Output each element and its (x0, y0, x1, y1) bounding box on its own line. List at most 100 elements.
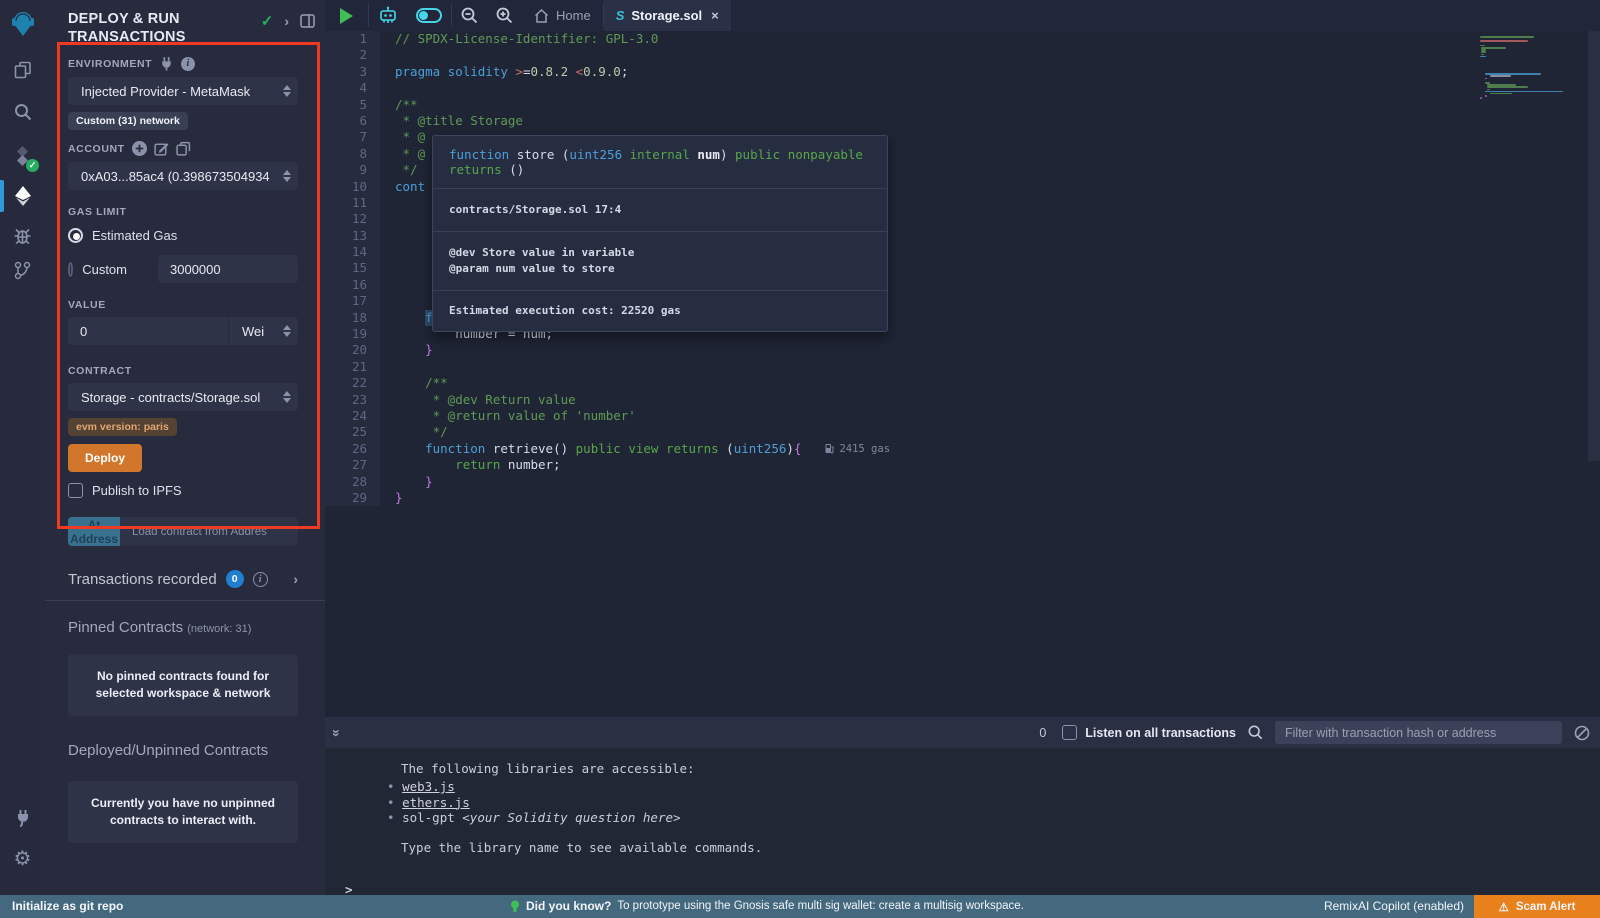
custom-gas-radio[interactable]: Custom (68, 255, 298, 283)
line-number: 19 (325, 326, 380, 342)
terminal-output[interactable]: The following libraries are accessible: … (325, 748, 1600, 895)
code-line[interactable]: 28 } (325, 474, 1600, 490)
publish-ipfs-checkbox[interactable]: Publish to IPFS (68, 483, 325, 498)
pinned-contracts-title: Pinned Contracts (68, 619, 183, 636)
code-line[interactable]: 25 */ (325, 424, 1600, 440)
checkbox-icon (68, 483, 83, 498)
solidity-compiler-icon[interactable]: ✓ (0, 138, 45, 174)
line-number: 2 (325, 47, 380, 63)
code-line[interactable]: 29} (325, 490, 1600, 506)
close-tab-icon[interactable]: × (711, 8, 719, 23)
clear-console-icon[interactable] (1574, 725, 1590, 741)
terminal-hint: Type the library name to see available c… (343, 839, 1600, 856)
zoom-out-icon (461, 7, 478, 24)
icon-sidebar: ✓ ⚙ (0, 0, 45, 895)
debugger-icon[interactable] (0, 218, 45, 254)
environment-select[interactable]: Injected Provider - MetaMask (68, 77, 298, 105)
search-icon[interactable] (0, 94, 45, 130)
line-number: 25 (325, 424, 380, 440)
pin-panel-icon[interactable] (300, 14, 315, 28)
code-line[interactable]: 2 (325, 47, 1600, 63)
deploy-button[interactable]: Deploy (68, 444, 142, 472)
at-address-button[interactable]: At Address (68, 517, 120, 546)
radio-selected-icon (68, 228, 83, 243)
tooltip-signature: function store (uint256 internal num) pu… (433, 136, 887, 189)
terminal-search-icon[interactable] (1248, 725, 1263, 740)
value-unit-select[interactable]: Wei (228, 317, 298, 345)
terminal-solgpt-item: sol-gpt <your Solidity question here> (343, 810, 1600, 826)
environment-label: ENVIRONMENT (68, 58, 152, 70)
terminal-tx-count: 0 (1039, 726, 1046, 740)
editor-scrollbar[interactable] (1588, 31, 1600, 461)
code-line[interactable]: 6 * @title Storage (325, 113, 1600, 129)
status-bar: Initialize as git repo Did you know? To … (0, 895, 1600, 918)
environment-info-icon[interactable]: i (181, 57, 195, 71)
scam-alert-button[interactable]: ⚠ Scam Alert (1474, 895, 1600, 918)
create-account-icon[interactable] (132, 141, 147, 156)
tooltip-cost: Estimated execution cost: 22520 gas (433, 291, 887, 331)
code-line[interactable]: 21 (325, 359, 1600, 375)
code-line[interactable]: 27 return number; (325, 457, 1600, 473)
remix-logo-icon[interactable] (0, 6, 45, 40)
line-number: 22 (325, 375, 380, 391)
line-number: 10 (325, 179, 380, 195)
line-number: 24 (325, 408, 380, 424)
estimated-gas-radio[interactable]: Estimated Gas (68, 224, 298, 246)
robot-icon (378, 6, 398, 25)
line-number: 13 (325, 228, 380, 244)
load-contract-input[interactable] (120, 517, 298, 546)
did-you-know-label: Did you know? (526, 895, 611, 918)
code-line[interactable]: 5/** (325, 97, 1600, 113)
terminal-library-link[interactable]: web3.js (343, 779, 1600, 795)
terminal-library-link[interactable]: ethers.js (343, 795, 1600, 811)
tab-storage-sol[interactable]: S Storage.sol × (604, 0, 731, 31)
home-icon (534, 9, 549, 23)
panel-forward-icon[interactable]: › (284, 13, 289, 29)
run-script-button[interactable] (325, 0, 368, 31)
panel-check-icon: ✓ (261, 12, 274, 30)
code-line[interactable]: 22 /** (325, 375, 1600, 391)
code-line[interactable]: 1// SPDX-License-Identifier: GPL-3.0 (325, 31, 1600, 47)
tab-home[interactable]: Home (522, 0, 603, 31)
code-editor[interactable]: 1// SPDX-License-Identifier: GPL-3.023pr… (325, 31, 1600, 717)
transactions-expand-icon[interactable]: › (293, 571, 298, 587)
contract-select[interactable]: Storage - contracts/Storage.sol (68, 383, 298, 411)
gas-limit-label: GAS LIMIT (68, 206, 126, 218)
sign-message-icon[interactable] (154, 141, 169, 156)
code-line[interactable]: 3pragma solidity >=0.8.2 <0.9.0; (325, 64, 1600, 80)
file-explorer-icon[interactable] (0, 52, 45, 88)
git-init-status[interactable]: Initialize as git repo (12, 895, 123, 918)
code-line[interactable]: 4 (325, 80, 1600, 96)
custom-gas-input[interactable] (158, 255, 298, 283)
deploy-run-icon[interactable] (0, 178, 45, 214)
copy-address-icon[interactable] (176, 141, 191, 156)
plugin-manager-icon[interactable] (0, 800, 45, 836)
line-number: 7 (325, 129, 380, 145)
copilot-toggle[interactable] (407, 0, 451, 31)
plug-icon[interactable] (159, 56, 174, 71)
value-input[interactable] (68, 317, 228, 345)
zoom-out-button[interactable] (452, 0, 487, 31)
code-line[interactable]: 26 function retrieve() public view retur… (325, 441, 1600, 457)
compile-success-badge: ✓ (26, 159, 39, 172)
copilot-status[interactable]: RemixAI Copilot (enabled) (1324, 895, 1464, 918)
terminal-collapse-icon[interactable]: » (329, 729, 345, 737)
code-line[interactable]: 23 * @dev Return value (325, 392, 1600, 408)
filter-transactions-input[interactable] (1275, 721, 1562, 744)
code-line[interactable]: 20 } (325, 342, 1600, 358)
minimap[interactable] (1480, 36, 1586, 99)
settings-gear-icon[interactable]: ⚙ (0, 840, 45, 876)
git-icon[interactable] (0, 252, 45, 288)
line-number: 4 (325, 80, 380, 96)
code-line[interactable]: 24 * @return value of 'number' (325, 408, 1600, 424)
transactions-recorded-row[interactable]: Transactions recorded 0 i › (68, 570, 298, 588)
line-number: 29 (325, 490, 380, 506)
transactions-info-icon[interactable]: i (253, 572, 268, 587)
ai-copilot-button[interactable] (369, 0, 407, 31)
play-icon (340, 8, 353, 24)
listen-all-checkbox[interactable]: Listen on all transactions (1062, 725, 1236, 740)
account-select[interactable]: 0xA03...85ac4 (0.398673504934 (68, 162, 298, 190)
zoom-in-button[interactable] (487, 0, 522, 31)
line-number: 15 (325, 260, 380, 276)
account-value: 0xA03...85ac4 (0.398673504934 (81, 169, 270, 184)
